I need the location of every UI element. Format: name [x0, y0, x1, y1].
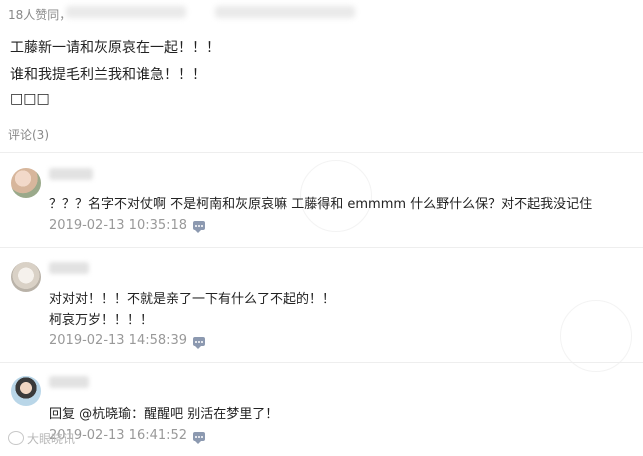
comment-bubble-icon[interactable]	[193, 432, 205, 444]
blurred-username[interactable]	[49, 376, 89, 388]
avatar[interactable]	[11, 168, 41, 198]
blurred-username	[215, 6, 355, 18]
blurred-username	[66, 6, 186, 18]
divider	[0, 152, 643, 153]
post-text-line: □□□	[10, 91, 50, 107]
comment-timestamp: 2019-02-13 14:58:39	[49, 333, 188, 348]
weibo-logo-icon	[8, 431, 24, 445]
blurred-username[interactable]	[49, 262, 89, 274]
weibo-post-page: 18人赞同， 工藤新一请和灰原哀在一起！！！ 谁和我提毛利兰我和谁急！！！ □□…	[0, 0, 643, 456]
post-text-line: 谁和我提毛利兰我和谁急！！！	[10, 67, 206, 83]
comment-bubble-icon[interactable]	[193, 221, 205, 233]
post-text-line: 工藤新一请和灰原哀在一起！！！	[10, 40, 220, 56]
comment-text: ？？？名字不对仗啊 不是柯南和灰原哀嘛 工藤得和 emmmm 什么野什么保？对不…	[49, 197, 593, 212]
blurred-username[interactable]	[49, 168, 93, 180]
divider	[0, 362, 643, 363]
comment-text: 对对对！！！不就是亲了一下有什么了不起的！！	[49, 292, 336, 307]
watermark-text: 大眼晓讯	[27, 432, 76, 446]
comment-text: 回复 @杭晓瑜：醒醒吧 别活在梦里了！	[49, 407, 279, 422]
avatar[interactable]	[11, 262, 41, 292]
source-watermark: 大眼晓讯	[8, 430, 75, 447]
divider	[0, 247, 643, 248]
comment-bubble-icon[interactable]	[193, 337, 205, 349]
comment-timestamp: 2019-02-13 10:35:18	[49, 218, 188, 233]
comments-count-label[interactable]: 评论(3)	[8, 126, 49, 143]
comment-text: 柯哀万岁！！！！	[49, 313, 154, 328]
avatar[interactable]	[11, 376, 41, 406]
likes-count: 18人赞同，	[8, 8, 72, 22]
